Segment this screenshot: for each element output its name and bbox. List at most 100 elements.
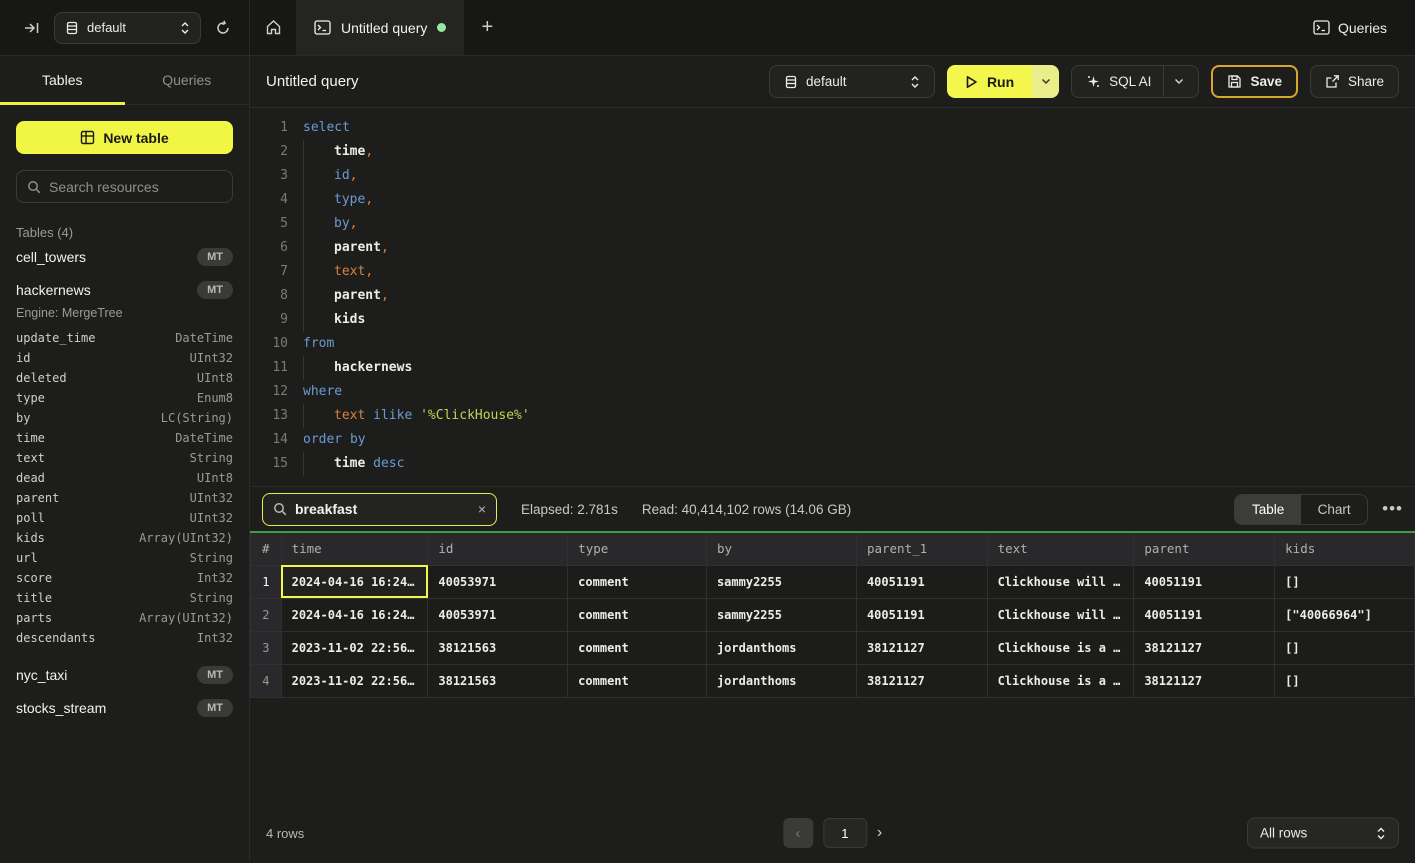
indent-guide [303,284,334,308]
cell[interactable]: Clickhouse is a … [987,631,1134,664]
cell[interactable]: 40053971 [428,598,568,631]
clear-search-icon[interactable]: × [478,501,486,517]
page-next-button[interactable]: › [877,824,882,842]
cell[interactable]: comment [568,598,707,631]
search-icon [27,180,41,194]
column-header-text[interactable]: text [987,532,1134,565]
column-row: byLC(String) [16,408,233,428]
column-header-kids[interactable]: kids [1275,532,1415,565]
sql-ai-button[interactable]: SQL AI [1071,65,1199,98]
sidebar-table-cell_towers[interactable]: cell_towersMT [16,240,233,273]
refresh-button[interactable] [211,16,235,40]
column-header-id[interactable]: id [428,532,568,565]
cell[interactable]: 2024-04-16 16:24… [281,598,428,631]
row-number[interactable]: 1 [251,565,282,598]
cell[interactable]: Clickhouse is a … [987,664,1134,697]
elapsed-stat: Elapsed: 2.781s [521,502,618,517]
results-footer: 4 rows ‹ 1 › All rows [250,804,1415,862]
new-table-button[interactable]: New table [16,121,233,154]
cell[interactable]: 38121127 [1134,664,1275,697]
run-button[interactable]: Run [947,65,1032,98]
cell[interactable]: 38121563 [428,631,568,664]
line-number: 9 [262,308,288,332]
view-toggle-table[interactable]: Table [1235,495,1301,524]
cell[interactable]: jordanthoms [706,664,856,697]
home-tab[interactable] [250,0,296,55]
sql-editor[interactable]: 1select2time,3id,4type,5by,6parent,7text… [250,108,1415,487]
column-type: Int32 [197,568,233,588]
sidebar-tab-tables[interactable]: Tables [0,56,125,104]
results-more-button[interactable]: ••• [1382,499,1403,519]
cell[interactable]: 2024-04-16 16:24… [281,565,428,598]
tab-untitled-query[interactable]: Untitled query [296,0,464,55]
cell[interactable]: comment [568,565,707,598]
row-number[interactable]: 3 [251,631,282,664]
cell[interactable]: Clickhouse will … [987,598,1134,631]
cell[interactable]: comment [568,664,707,697]
cell[interactable]: 38121127 [856,631,987,664]
save-button[interactable]: Save [1211,65,1298,98]
collapse-sidebar-button[interactable] [20,16,44,40]
line-number: 7 [262,260,288,284]
cell[interactable]: 40051191 [1134,598,1275,631]
share-button[interactable]: Share [1310,65,1399,98]
sidebar-search-input[interactable] [49,179,222,195]
code-line: 10from [262,332,1415,356]
cell[interactable]: 40051191 [1134,565,1275,598]
new-table-label: New table [103,130,168,146]
cell[interactable]: Clickhouse will … [987,565,1134,598]
column-header-by[interactable]: by [706,532,856,565]
sidebar-table-nyc_taxi[interactable]: nyc_taxiMT [16,658,233,691]
row-number[interactable]: 2 [251,598,282,631]
column-row: scoreInt32 [16,568,233,588]
column-row: timeDateTime [16,428,233,448]
results-search[interactable]: × [262,493,497,526]
cell[interactable]: 38121127 [1134,631,1275,664]
column-row: kidsArray(UInt32) [16,528,233,548]
sidebar-table-hackernews[interactable]: hackernewsMT [16,273,233,306]
page-size-selector[interactable]: All rows [1247,818,1399,849]
query-database-selector[interactable]: default [769,65,935,98]
cell[interactable]: [] [1275,631,1415,664]
run-options-button[interactable] [1032,65,1059,98]
column-header-parent_1[interactable]: parent_1 [856,532,987,565]
column-header-time[interactable]: time [281,532,428,565]
page-prev-button[interactable]: ‹ [783,818,813,848]
cell[interactable]: 38121127 [856,664,987,697]
page-number[interactable]: 1 [823,818,867,848]
cell[interactable]: comment [568,631,707,664]
results-search-input[interactable] [295,501,470,517]
cell[interactable]: sammy2255 [706,565,856,598]
cell[interactable]: 40051191 [856,598,987,631]
cell[interactable]: 40053971 [428,565,568,598]
cell[interactable]: jordanthoms [706,631,856,664]
sidebar-tab-queries[interactable]: Queries [125,56,250,104]
sidebar-search[interactable] [16,170,233,203]
cell[interactable]: 40051191 [856,565,987,598]
indent-guide [303,188,334,212]
sidebar-table-stocks_stream[interactable]: stocks_streamMT [16,691,233,724]
cell[interactable]: 38121563 [428,664,568,697]
topbar-database-selector[interactable]: default [54,12,201,44]
table-name: stocks_stream [16,700,106,716]
cell[interactable]: 2023-11-02 22:56… [281,631,428,664]
row-count: 4 rows [266,826,304,841]
cell[interactable]: [] [1275,664,1415,697]
cell[interactable]: sammy2255 [706,598,856,631]
sql-ai-options[interactable] [1163,66,1184,97]
column-header-num[interactable]: # [251,532,282,565]
code-line: 3id, [262,164,1415,188]
column-header-type[interactable]: type [568,532,707,565]
cell[interactable]: [] [1275,565,1415,598]
cell[interactable]: 2023-11-02 22:56… [281,664,428,697]
code-content: select [303,116,350,140]
new-tab-button[interactable]: + [464,0,510,55]
chevron-down-icon [1041,78,1051,85]
unsaved-changes-dot [437,23,446,32]
column-name: parts [16,608,52,628]
cell[interactable]: ["40066964"] [1275,598,1415,631]
view-toggle-chart[interactable]: Chart [1301,495,1367,524]
row-number[interactable]: 4 [251,664,282,697]
queries-shortcut[interactable]: Queries [1313,0,1415,55]
column-header-parent[interactable]: parent [1134,532,1275,565]
